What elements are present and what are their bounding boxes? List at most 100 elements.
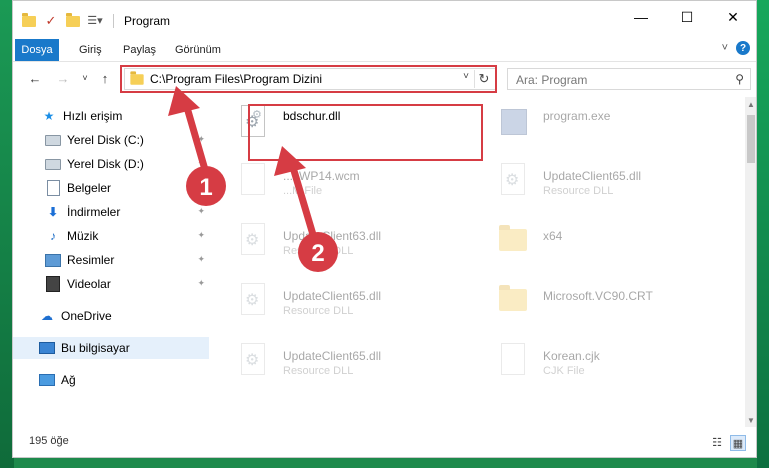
- tab-view[interactable]: Görünüm: [165, 39, 231, 61]
- customize-toolbar-icon[interactable]: ☰▾: [87, 13, 103, 29]
- pin-icon: ✦: [197, 134, 205, 144]
- sidebar-item-label: Resimler: [67, 253, 115, 267]
- sidebar-item-network[interactable]: Ağ: [39, 369, 209, 391]
- up-button[interactable]: ↑: [95, 68, 115, 88]
- file-name: program.exe: [543, 109, 611, 123]
- item-count: 195 öğe: [29, 435, 69, 447]
- scroll-down-icon[interactable]: ▼: [745, 413, 756, 427]
- scroll-up-icon[interactable]: ▲: [745, 97, 756, 111]
- sidebar-item-label: Hızlı erişim: [63, 109, 123, 123]
- folder-item-x64[interactable]: x64: [483, 217, 723, 269]
- back-button[interactable]: ←: [25, 68, 45, 88]
- search-box[interactable]: Ara: Program ⚲: [507, 68, 751, 90]
- file-name: ...xWP14.wcm: [283, 169, 360, 183]
- sidebar-item-label: Ağ: [61, 373, 76, 387]
- tab-share[interactable]: Paylaş: [113, 39, 166, 61]
- drive-icon: [45, 156, 61, 172]
- folder-icon: [21, 12, 37, 29]
- pictures-icon: [45, 252, 61, 268]
- star-icon: ★: [43, 109, 55, 123]
- sidebar-item-this-pc[interactable]: Bu bilgisayar: [13, 337, 209, 359]
- file-type: Resource DLL: [543, 185, 614, 197]
- sidebar-item-label: İndirmeler: [67, 205, 121, 219]
- ribbon-controls: ˅ ?: [722, 41, 750, 55]
- recent-locations-button[interactable]: ˅: [75, 68, 95, 88]
- file-name: x64: [543, 229, 563, 243]
- sidebar-item-local-disk-c[interactable]: Yerel Disk (C:) ✦: [45, 129, 209, 151]
- sidebar-item-downloads[interactable]: ⬇ İndirmeler ✦: [45, 201, 209, 223]
- file-item-wcm[interactable]: ...xWP14.wcm ...M File: [223, 157, 463, 209]
- close-button[interactable]: ✕: [710, 1, 756, 33]
- file-name: UpdateClient65.dll: [543, 169, 642, 183]
- quick-access-toolbar: ✓ ☰▾ Program: [21, 11, 170, 31]
- pin-icon: ✦: [197, 158, 205, 168]
- sidebar-item-local-disk-d[interactable]: Yerel Disk (D:) ✦: [45, 153, 209, 175]
- pin-icon: ✦: [197, 230, 205, 240]
- view-switcher: ☷ ▦: [710, 435, 746, 451]
- explorer-window: ✓ ☰▾ Program — ☐ ✕ Dosya Giriş Paylaş Gö…: [12, 0, 757, 458]
- tab-home[interactable]: Giriş: [69, 39, 112, 61]
- document-file-icon: [237, 163, 267, 201]
- file-item-updateclient65[interactable]: ⚙ UpdateClient65.dll Resource DLL: [223, 337, 463, 389]
- status-bar: 195 öğe ☷ ▦: [13, 431, 756, 453]
- details-view-icon[interactable]: ☷: [710, 435, 724, 449]
- sidebar-item-music[interactable]: ♪ Müzik ✦: [45, 225, 209, 247]
- file-item-program-exe[interactable]: program.exe: [483, 99, 723, 151]
- new-folder-icon[interactable]: [65, 12, 81, 29]
- dll-file-icon: ⚙: [497, 163, 527, 201]
- sidebar-item-label: Videolar: [67, 277, 111, 291]
- file-item-updateclient63[interactable]: ⚙ UpdateClient63.dll Resource DLL: [223, 217, 463, 269]
- sidebar-item-videos[interactable]: Videolar ✦: [45, 273, 209, 295]
- address-highlight-box: [120, 65, 497, 93]
- file-highlight-box: [248, 104, 483, 161]
- scrollbar-thumb[interactable]: [747, 115, 755, 163]
- tab-file[interactable]: Dosya: [15, 39, 59, 61]
- file-name: Korean.cjk: [543, 349, 600, 363]
- large-icons-view-icon[interactable]: ▦: [730, 435, 746, 451]
- minimize-button[interactable]: —: [618, 1, 664, 33]
- navigation-bar: ← → ˅ ↑ C:\Program Files\Program Dizini …: [13, 63, 756, 93]
- help-icon[interactable]: ?: [736, 41, 750, 55]
- search-icon[interactable]: ⚲: [735, 72, 744, 86]
- documents-icon: [45, 180, 61, 196]
- folder-item-vc90-crt[interactable]: Microsoft.VC90.CRT: [483, 277, 723, 329]
- file-item-korean-cjk[interactable]: Korean.cjk CJK File: [483, 337, 723, 389]
- expand-ribbon-icon[interactable]: ˅: [722, 42, 728, 54]
- vertical-scrollbar[interactable]: ▲ ▼: [745, 97, 756, 427]
- desktop-background-right: [757, 0, 769, 468]
- title-bar: ✓ ☰▾ Program — ☐ ✕: [13, 1, 756, 41]
- forward-button[interactable]: →: [53, 68, 73, 88]
- cloud-icon: ☁: [41, 309, 53, 323]
- window-title: Program: [124, 14, 171, 28]
- properties-icon[interactable]: ✓: [43, 13, 59, 29]
- videos-icon: [45, 276, 61, 292]
- navigation-pane: ★ Hızlı erişim Yerel Disk (C:) ✦ Yerel D…: [13, 97, 209, 427]
- exe-file-icon: [497, 105, 527, 143]
- dll-file-icon: ⚙: [237, 343, 267, 381]
- dll-file-icon: ⚙: [237, 223, 267, 261]
- pin-icon: ✦: [197, 278, 205, 288]
- file-item-updateclient65[interactable]: ⚙ UpdateClient65.dll Resource DLL: [483, 157, 723, 209]
- file-type: Resource DLL: [283, 365, 354, 377]
- file-name: UpdateClient65.dll: [283, 349, 382, 363]
- sidebar-item-quick-access[interactable]: ★ Hızlı erişim: [41, 105, 209, 127]
- computer-icon: [39, 340, 55, 356]
- dll-file-icon: ⚙: [237, 283, 267, 321]
- sidebar-item-label: OneDrive: [61, 309, 112, 323]
- folder-icon: [497, 223, 527, 261]
- music-icon: ♪: [50, 229, 56, 243]
- pin-icon: ✦: [197, 254, 205, 264]
- file-item-updateclient65[interactable]: ⚙ UpdateClient65.dll Resource DLL: [223, 277, 463, 329]
- sidebar-item-label: Müzik: [67, 229, 99, 243]
- file-name: UpdateClient63.dll: [283, 229, 382, 243]
- drive-icon: [45, 132, 61, 148]
- sidebar-item-documents[interactable]: Belgeler ✦: [45, 177, 209, 199]
- sidebar-item-label: Yerel Disk (C:): [67, 133, 144, 147]
- file-type: Resource DLL: [283, 305, 354, 317]
- search-placeholder: Ara: Program: [516, 73, 588, 87]
- sidebar-item-pictures[interactable]: Resimler ✦: [45, 249, 209, 271]
- maximize-button[interactable]: ☐: [664, 1, 710, 33]
- file-type: ...M File: [283, 185, 323, 197]
- folder-icon: [497, 283, 527, 321]
- sidebar-item-onedrive[interactable]: ☁ OneDrive: [39, 305, 209, 327]
